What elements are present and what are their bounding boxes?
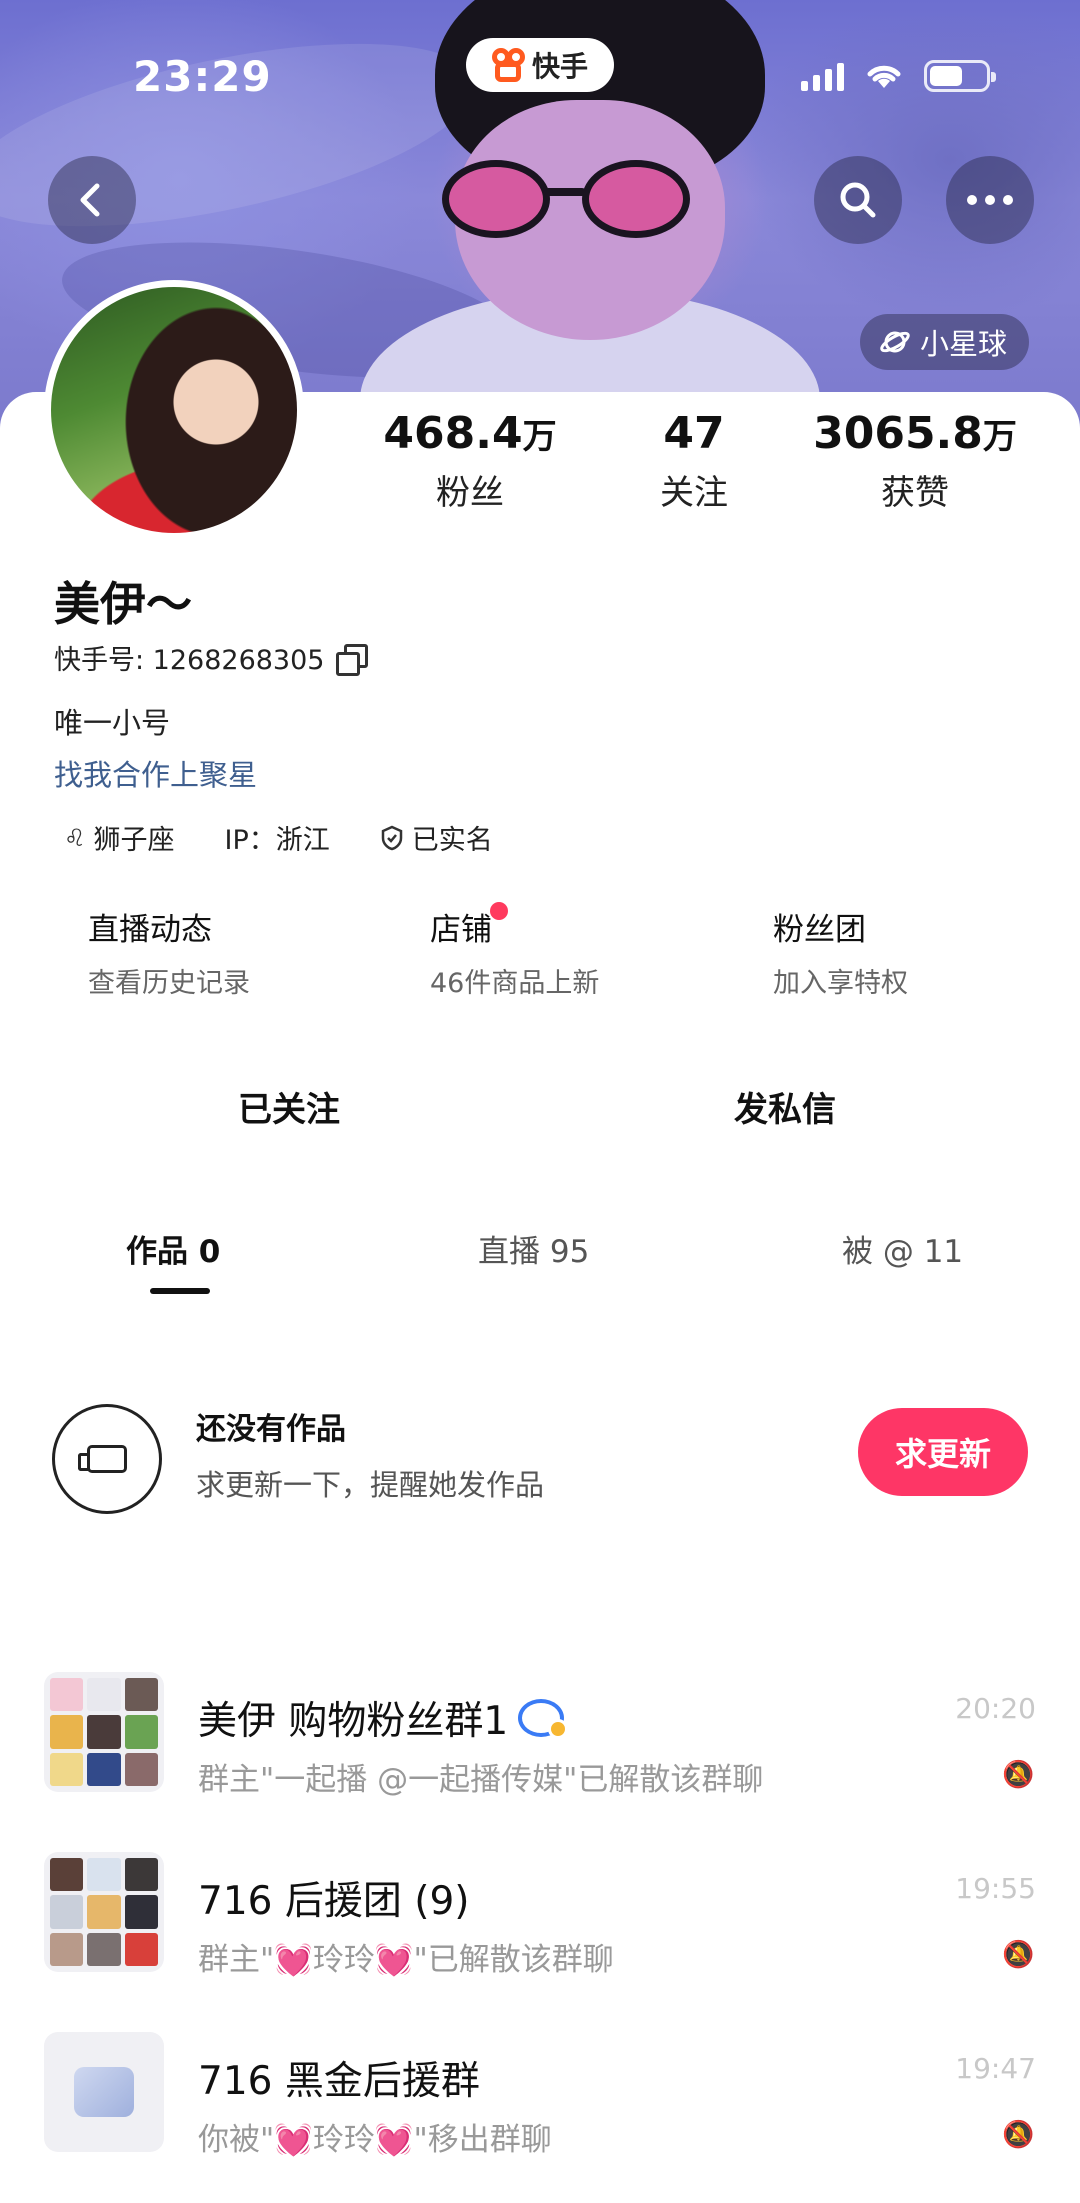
- chat-preview-suffix: "移出群聊: [413, 2122, 552, 2158]
- more-button[interactable]: [946, 156, 1034, 244]
- following-label: 关注: [660, 473, 728, 513]
- app-name: 快手: [531, 50, 588, 83]
- chat-name: 716 黑金后援群: [198, 2059, 480, 2104]
- planet-badge[interactable]: 小星球: [860, 314, 1030, 370]
- feature-fan-club-title: 粉丝团: [773, 912, 866, 948]
- mute-bell-icon: 🔕: [1002, 1760, 1035, 1790]
- feature-shop-title: 店铺: [430, 912, 492, 948]
- chat-preview-user: 玲玲: [312, 2122, 375, 2158]
- back-button[interactable]: [48, 156, 136, 244]
- tab-indicator: [150, 1288, 210, 1294]
- empty-title: 还没有作品: [196, 1412, 346, 1447]
- chat-preview-suffix: "已解散该群聊: [413, 1942, 614, 1978]
- group-avatar: [44, 1852, 164, 1972]
- feature-live-subtitle: 查看历史记录: [88, 968, 250, 999]
- heart-icon: 💓: [374, 2122, 414, 2158]
- battery-icon: [924, 60, 996, 92]
- planet-label: 小星球: [920, 327, 1008, 361]
- message-button[interactable]: 发私信: [734, 1082, 836, 1131]
- tab-works[interactable]: 作品 0: [126, 1226, 220, 1271]
- chat-time: 20:20: [955, 1692, 1036, 1725]
- likes-count: 3065.8: [813, 408, 983, 459]
- mute-bell-icon: 🔕: [1002, 1940, 1035, 1970]
- chat-name: 美伊 购物粉丝群1: [198, 1699, 509, 1744]
- chat-time: 19:47: [955, 2052, 1036, 2085]
- wifi-icon: [867, 65, 901, 88]
- profile-tags: ♌ 狮子座 IP：浙江 已实名: [64, 818, 493, 857]
- tag-zodiac-label: 狮子座: [93, 825, 175, 856]
- chat-item[interactable]: 716 后援团 (9) 群主"💓玲玲💓"已解散该群聊 19:55 🔕: [0, 1830, 1080, 2010]
- followed-button[interactable]: 已关注: [238, 1082, 340, 1131]
- tag-ip: IP：浙江: [225, 818, 330, 857]
- likes-label: 获赞: [881, 473, 949, 513]
- heart-icon: 💓: [374, 1942, 414, 1978]
- likes-unit: 万: [982, 417, 1017, 457]
- chat-time: 19:55: [955, 1872, 1036, 1905]
- feature-live-title: 直播动态: [88, 912, 212, 948]
- video-camera-icon: [52, 1404, 162, 1514]
- request-update-button[interactable]: 求更新: [858, 1408, 1028, 1496]
- signal-icon: [801, 61, 844, 91]
- chat-name: 716 后援团 (9): [198, 1879, 470, 1924]
- chat-list: 美伊 购物粉丝群1 群主"一起播 @一起播传媒"已解散该群聊 20:20 🔕 7…: [0, 1650, 1080, 2203]
- feature-live-updates[interactable]: 直播动态 查看历史记录: [88, 904, 250, 1000]
- fans-label: 粉丝: [436, 473, 504, 513]
- search-icon: [840, 182, 876, 218]
- tag-verified: 已实名: [380, 818, 493, 857]
- avatar[interactable]: [44, 280, 304, 540]
- following-count: 47: [663, 408, 725, 459]
- tab-mentions[interactable]: 被 @ 11: [842, 1226, 963, 1271]
- chat-item[interactable]: 716 黑金后援群 你被"💓玲玲💓"移出群聊 19:47 🔕: [0, 2010, 1080, 2190]
- feature-fan-club[interactable]: 粉丝团 加入享特权: [773, 904, 908, 1000]
- planet-icon: [880, 331, 910, 353]
- bio-link[interactable]: 找我合作上聚星: [54, 752, 257, 794]
- shield-check-icon: [381, 825, 403, 850]
- chat-preview-prefix: 你被": [198, 2122, 275, 2158]
- tag-ip-label: IP：浙江: [224, 825, 330, 856]
- nickname: 美伊～: [54, 577, 192, 631]
- mute-bell-icon: 🔕: [1002, 2120, 1035, 2150]
- copy-icon[interactable]: [336, 643, 369, 676]
- feature-shop[interactable]: 店铺 46件商品上新: [430, 902, 600, 1000]
- status-icons: [801, 60, 996, 92]
- kuaishou-id-row[interactable]: 快手号: 1268268305: [54, 638, 369, 677]
- empty-subtitle: 求更新一下，提醒她发作品: [196, 1468, 545, 1502]
- heart-icon: 💓: [274, 2122, 313, 2158]
- notification-dot: [490, 902, 508, 920]
- tag-verified-label: 已实名: [411, 825, 493, 856]
- chat-preview-user: 玲玲: [312, 1942, 375, 1978]
- feature-shop-subtitle: 46件商品上新: [430, 968, 600, 999]
- chat-preview: 群主"一起播 @一起播传媒"已解散该群聊: [198, 1762, 764, 1798]
- heart-icon: 💓: [274, 1942, 313, 1978]
- fans-count: 468.4: [383, 408, 523, 459]
- tab-live[interactable]: 直播 95: [478, 1226, 589, 1271]
- feature-fan-club-subtitle: 加入享特权: [773, 968, 908, 999]
- stat-likes[interactable]: 3065.8万 获赞: [805, 408, 1025, 514]
- tag-zodiac: ♌ 狮子座: [64, 818, 175, 857]
- kuaishou-logo-icon: [491, 48, 526, 82]
- zodiac-icon: ♌: [64, 823, 86, 852]
- chevron-left-icon: [80, 183, 100, 217]
- status-time: 23:29: [133, 52, 272, 101]
- chat-bubble-icon: [518, 1699, 569, 1739]
- bio-line: 唯一小号: [54, 706, 171, 740]
- fans-unit: 万: [522, 417, 557, 457]
- chat-item[interactable]: 美伊 购物粉丝群1 群主"一起播 @一起播传媒"已解散该群聊 20:20 🔕: [0, 1650, 1080, 1830]
- app-badge: 快手: [466, 38, 614, 92]
- stat-following[interactable]: 47 关注: [624, 408, 764, 514]
- kuaishou-id: 快手号: 1268268305: [54, 645, 325, 676]
- group-avatar: [44, 2032, 164, 2152]
- chat-preview-prefix: 群主": [198, 1942, 275, 1978]
- stat-fans[interactable]: 468.4万 粉丝: [370, 408, 570, 514]
- search-button[interactable]: [814, 156, 902, 244]
- group-avatar: [44, 1672, 164, 1792]
- more-dots-icon: [967, 195, 1013, 205]
